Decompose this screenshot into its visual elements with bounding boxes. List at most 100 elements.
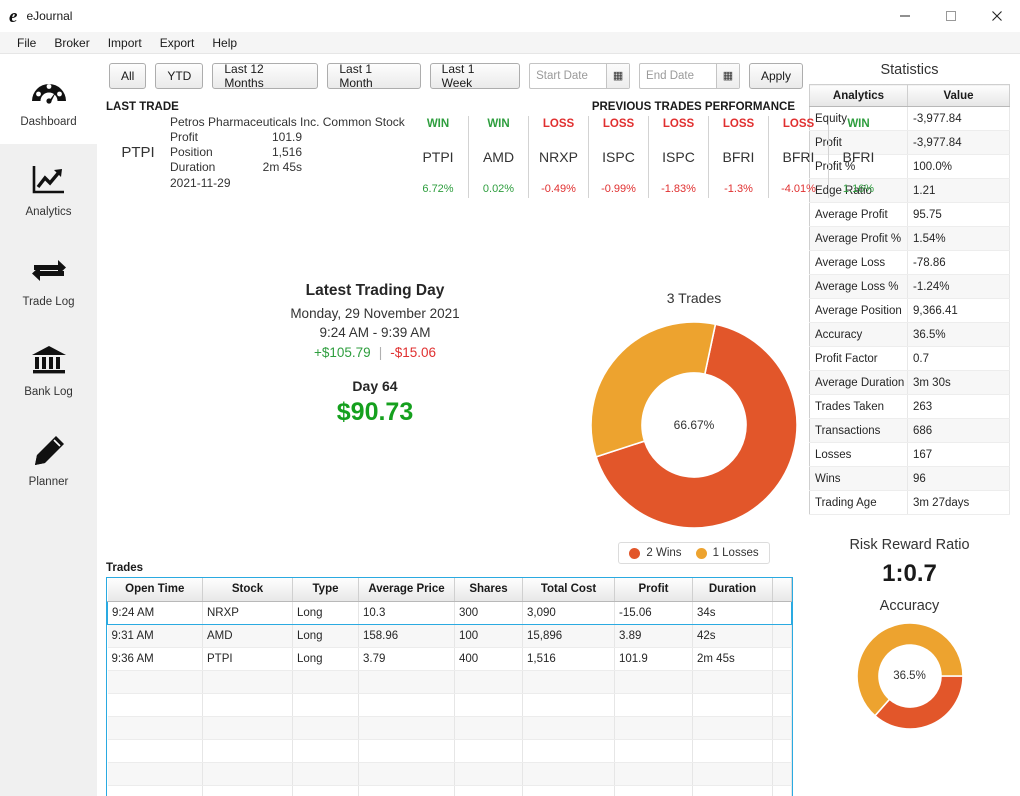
- statistics-value: -1.24%: [907, 274, 1010, 299]
- table-cell-empty: [614, 670, 693, 694]
- table-cell: 9:24 AM: [107, 600, 203, 625]
- previous-trade-card[interactable]: WIN PTPI 6.72%: [408, 116, 468, 198]
- table-cell-empty: [358, 716, 455, 740]
- table-cell-empty: [692, 716, 773, 740]
- previous-trades-label: PREVIOUS TRADES PERFORMANCE: [591, 101, 795, 113]
- last-trade-duration-label: Duration: [170, 160, 216, 174]
- last-trade-date: 2021-11-29: [170, 176, 231, 190]
- date-filter-toolbar: All YTD Last 12 Months Last 1 Month Last…: [103, 54, 803, 90]
- trades-donut-chart: 3 Trades 66.67% 2 Wins 1 Losses: [574, 290, 814, 564]
- table-row-empty[interactable]: [107, 762, 792, 786]
- sidebar-item-label: Bank Log: [24, 385, 73, 398]
- previous-trade-percent: 0.02%: [482, 183, 515, 195]
- trades-column-header[interactable]: Stock: [202, 578, 293, 602]
- trades-column-header[interactable]: Shares: [454, 578, 523, 602]
- filter-last-1-month-button[interactable]: Last 1 Month: [327, 62, 421, 90]
- table-cell: 42s: [692, 624, 773, 648]
- trades-donut-center-label: 66.67%: [673, 418, 715, 432]
- statistics-value: 3m 27days: [907, 490, 1010, 515]
- sidebar-item-analytics[interactable]: Analytics: [0, 144, 97, 234]
- statistics-key: Profit Factor: [809, 346, 908, 371]
- previous-trade-symbol: BFRI: [722, 148, 755, 165]
- table-row[interactable]: 9:36 AM PTPI Long 3.79 400 1,516 101.9 2m 45s: [107, 647, 792, 671]
- table-cell-empty: [107, 670, 203, 694]
- maximize-icon[interactable]: [928, 0, 974, 32]
- statistics-row: Trades Taken 263: [809, 394, 1010, 419]
- filter-last-1-week-button[interactable]: Last 1 Week: [429, 62, 521, 90]
- menu-item-export[interactable]: Export: [151, 33, 204, 53]
- trades-column-header[interactable]: Profit: [614, 578, 693, 602]
- trades-column-header[interactable]: Type: [292, 578, 359, 602]
- statistics-key: Transactions: [809, 418, 908, 443]
- table-row-empty[interactable]: [107, 670, 792, 694]
- trades-column-header[interactable]: Open Time: [107, 578, 203, 602]
- table-cell: 158.96: [358, 624, 455, 648]
- last-trade-company: Petros Pharmaceuticals Inc. Common Stock: [170, 115, 405, 129]
- statistics-value: 1.21: [907, 178, 1010, 203]
- statistics-column-header[interactable]: Analytics: [809, 84, 908, 107]
- previous-trade-symbol: ISPC: [602, 148, 635, 165]
- table-row[interactable]: 9:24 AM NRXP Long 10.3 300 3,090 -15.06 34s: [107, 600, 792, 625]
- last-trade-profit-label: Profit: [170, 130, 199, 144]
- menu-item-import[interactable]: Import: [99, 33, 151, 53]
- table-cell-empty: [107, 739, 203, 763]
- table-row-empty[interactable]: [107, 693, 792, 717]
- table-cell: 1,516: [522, 647, 615, 671]
- previous-trade-card[interactable]: LOSS ISPC -0.99%: [588, 116, 648, 198]
- table-row[interactable]: 9:31 AM AMD Long 158.96 100 15,896 3.89 42s: [107, 624, 792, 648]
- legend-item-losses[interactable]: 1 Losses: [695, 547, 759, 559]
- sidebar-item-label: Trade Log: [22, 295, 75, 308]
- table-cell-empty: [202, 670, 293, 694]
- sidebar-item-planner[interactable]: Planner: [0, 414, 97, 504]
- chart-line-icon: [31, 161, 67, 199]
- last-trade-position-label: Position: [170, 145, 213, 159]
- trades-column-header[interactable]: Duration: [692, 578, 773, 602]
- table-cell: 10.3: [358, 600, 455, 625]
- filter-all-button[interactable]: All: [109, 63, 147, 89]
- trades-column-header[interactable]: Total Cost: [522, 578, 615, 602]
- statistics-key: Wins: [809, 466, 908, 491]
- previous-trade-card[interactable]: WIN AMD 0.02%: [468, 116, 528, 198]
- statistics-value: 1.54%: [907, 226, 1010, 251]
- statistics-value: 263: [907, 394, 1010, 419]
- last-trade-profit-value: 101.9: [271, 130, 302, 144]
- filter-ytd-button[interactable]: YTD: [155, 63, 204, 89]
- previous-trade-card[interactable]: LOSS NRXP -0.49%: [528, 116, 588, 198]
- statistics-column-header[interactable]: Value: [907, 84, 1010, 107]
- latest-trading-day-panel: Latest Trading Day Monday, 29 November 2…: [260, 282, 490, 427]
- legend-item-wins[interactable]: 2 Wins: [629, 547, 682, 559]
- table-row-empty[interactable]: [107, 716, 792, 740]
- sidebar-item-bank-log[interactable]: Bank Log: [0, 324, 97, 414]
- previous-trade-card[interactable]: WIN BFRI 1.16%: [828, 116, 888, 198]
- apply-button[interactable]: Apply: [748, 63, 803, 89]
- table-cell-empty: [772, 670, 792, 694]
- table-cell-empty: [454, 739, 523, 763]
- table-cell-empty: [692, 762, 773, 786]
- trades-table-frame[interactable]: Open Time Stock Type Average Price Shares Tot…: [106, 577, 793, 796]
- menu-item-help[interactable]: Help: [203, 33, 246, 53]
- trades-column-header[interactable]: Average Price: [358, 578, 455, 602]
- calendar-icon[interactable]: ▦: [715, 64, 739, 88]
- minimize-icon[interactable]: [882, 0, 928, 32]
- close-icon[interactable]: [974, 0, 1020, 32]
- sidebar-item-dashboard[interactable]: Dashboard: [0, 54, 97, 144]
- previous-trade-card[interactable]: LOSS ISPC -1.83%: [648, 116, 708, 198]
- table-row-empty[interactable]: [107, 739, 792, 763]
- table-cell: 400: [454, 647, 523, 671]
- filter-last-12-months-button[interactable]: Last 12 Months: [212, 62, 319, 90]
- table-row-empty[interactable]: [107, 785, 792, 796]
- previous-trade-card[interactable]: LOSS BFRI -4.01%: [768, 116, 828, 198]
- menu-item-file[interactable]: File: [8, 33, 45, 53]
- window-title: eJournal: [26, 9, 73, 23]
- statistics-value: -3,977.84: [907, 130, 1010, 155]
- last-trade-ticker: PTPI: [121, 144, 155, 161]
- table-cell-empty: [772, 716, 792, 740]
- calendar-icon[interactable]: ▦: [606, 64, 630, 88]
- table-cell-empty: [358, 693, 455, 717]
- menu-item-broker[interactable]: Broker: [45, 33, 98, 53]
- statistics-key: Trades Taken: [809, 394, 908, 419]
- start-date-input[interactable]: Start Date ▦: [529, 63, 631, 89]
- previous-trade-card[interactable]: LOSS BFRI -1.3%: [708, 116, 768, 198]
- sidebar-item-trade-log[interactable]: Trade Log: [0, 234, 97, 324]
- end-date-input[interactable]: End Date ▦: [639, 63, 740, 89]
